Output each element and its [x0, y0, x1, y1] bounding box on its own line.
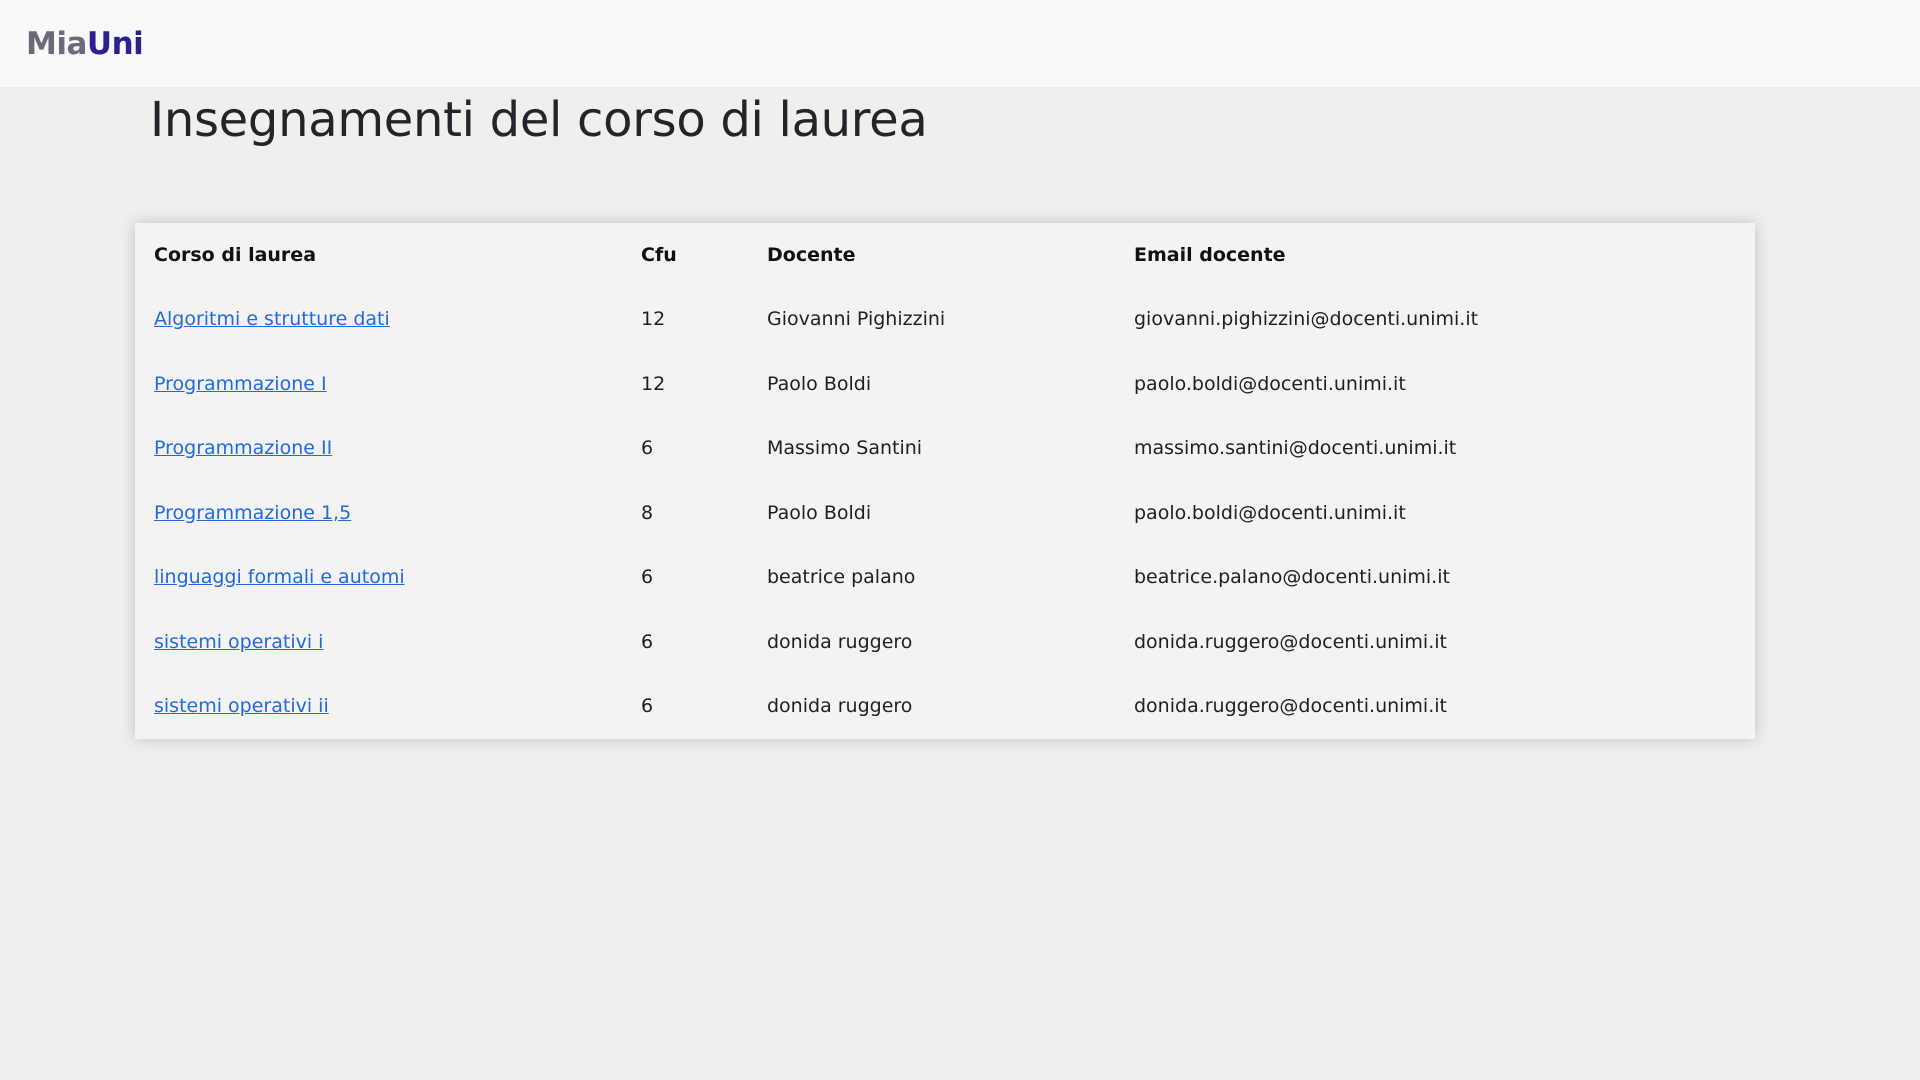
course-cell: Programmazione 1,5	[135, 481, 622, 546]
table-row: Algoritmi e strutture dati 12 Giovanni P…	[135, 287, 1755, 352]
course-link[interactable]: Programmazione I	[154, 373, 327, 395]
teacher-cell: Paolo Boldi	[767, 372, 872, 395]
table-row: Programmazione I 12 Paolo Boldi paolo.bo…	[135, 352, 1755, 417]
cfu-cell: 6	[641, 437, 654, 460]
table-row: linguaggi formali e automi 6 beatrice pa…	[135, 545, 1755, 610]
header-email: Email docente	[1134, 244, 1286, 266]
teacher-cell: donida ruggero	[767, 630, 913, 653]
table-row: sistemi operativi ii 6 donida ruggero do…	[135, 674, 1755, 739]
course-link[interactable]: sistemi operativi ii	[154, 695, 329, 717]
course-link[interactable]: linguaggi formali e automi	[154, 566, 405, 588]
brand-part-uni: Uni	[86, 25, 144, 62]
cfu-cell: 8	[641, 501, 654, 524]
teacher-cell: Massimo Santini	[767, 437, 923, 460]
course-cell: Programmazione II	[135, 416, 622, 481]
course-cell: Algoritmi e strutture dati	[135, 287, 622, 352]
cfu-cell: 12	[641, 308, 666, 331]
course-cell: sistemi operativi ii	[135, 674, 622, 739]
header-teacher: Docente	[767, 244, 856, 266]
teacher-cell: Paolo Boldi	[767, 501, 872, 524]
email-cell: beatrice.palano@docenti.unimi.it	[1134, 566, 1450, 589]
table-row: Programmazione II 6 Massimo Santini mass…	[135, 416, 1755, 481]
table-header-row: Corso di laurea Cfu Docente Email docent…	[135, 223, 1755, 287]
courses-table-card: Corso di laurea Cfu Docente Email docent…	[135, 223, 1755, 739]
email-cell: paolo.boldi@docenti.unimi.it	[1134, 501, 1406, 524]
teacher-cell: donida ruggero	[767, 695, 913, 718]
course-cell: linguaggi formali e automi	[135, 545, 622, 610]
cfu-cell: 6	[641, 695, 654, 718]
email-cell: donida.ruggero@docenti.unimi.it	[1134, 630, 1447, 653]
email-cell: giovanni.pighizzini@docenti.unimi.it	[1134, 308, 1479, 331]
course-link[interactable]: Programmazione 1,5	[154, 502, 351, 524]
teacher-cell: Giovanni Pighizzini	[767, 308, 946, 331]
cfu-cell: 12	[641, 372, 666, 395]
header-course: Corso di laurea	[154, 244, 317, 266]
page-title: Insegnamenti del corso di laurea	[150, 92, 928, 148]
table-row: sistemi operativi i 6 donida ruggero don…	[135, 610, 1755, 675]
course-cell: sistemi operativi i	[135, 610, 622, 675]
table-row: Programmazione 1,5 8 Paolo Boldi paolo.b…	[135, 481, 1755, 546]
course-link[interactable]: sistemi operativi i	[154, 631, 323, 653]
course-link[interactable]: Programmazione II	[154, 437, 332, 459]
header-cfu: Cfu	[641, 244, 677, 266]
course-link[interactable]: Algoritmi e strutture dati	[154, 308, 390, 330]
email-cell: paolo.boldi@docenti.unimi.it	[1134, 372, 1406, 395]
navbar: MiaUni	[0, 0, 1920, 87]
cfu-cell: 6	[641, 566, 654, 589]
courses-table: Corso di laurea Cfu Docente Email docent…	[135, 223, 1755, 739]
teacher-cell: beatrice palano	[767, 566, 916, 589]
email-cell: massimo.santini@docenti.unimi.it	[1134, 437, 1457, 460]
brand-part-mia: Mia	[26, 25, 87, 62]
cfu-cell: 6	[641, 630, 654, 653]
email-cell: donida.ruggero@docenti.unimi.it	[1134, 695, 1447, 718]
course-cell: Programmazione I	[135, 352, 622, 417]
brand-logo[interactable]: MiaUni	[26, 25, 144, 62]
